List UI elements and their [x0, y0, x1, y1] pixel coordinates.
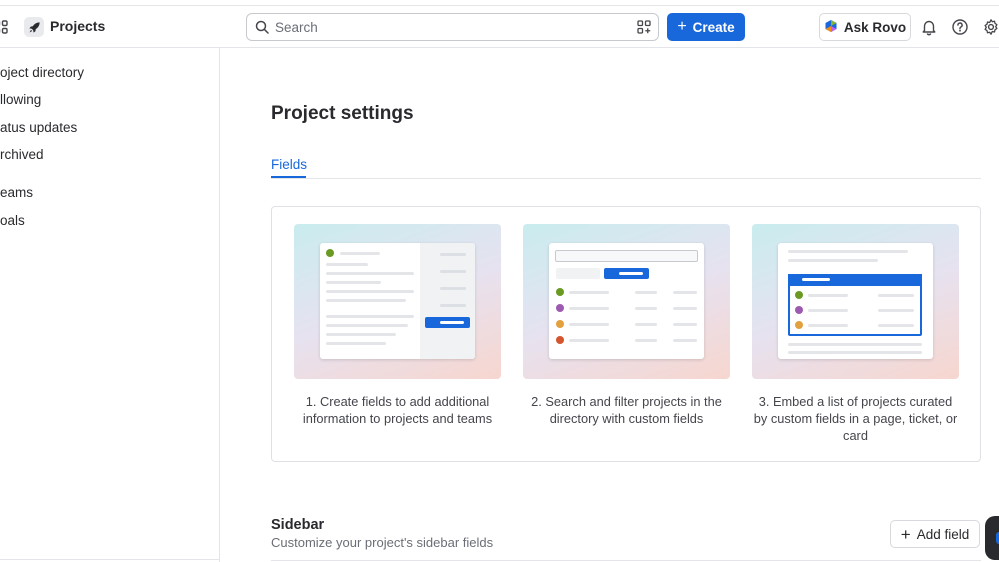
- active-tab-indicator: [271, 176, 306, 178]
- search-icon: [255, 20, 269, 34]
- create-label: Create: [692, 19, 735, 35]
- sidebar-item-following[interactable]: llowing: [0, 92, 41, 107]
- search-filter-illustration: [523, 224, 730, 379]
- top-navigation: Projects + Create Ask Rovo: [0, 0, 999, 48]
- ask-rovo-button[interactable]: Ask Rovo: [819, 13, 911, 41]
- rocket-icon[interactable]: [24, 17, 44, 37]
- create-fields-illustration: [294, 224, 501, 379]
- onboarding-card-embed: 3. Embed a list of projects curated by c…: [752, 224, 959, 444]
- illustration-panel: [320, 243, 475, 359]
- card-caption: 3. Embed a list of projects curated by c…: [753, 394, 958, 443]
- chat-launcher-button[interactable]: [985, 516, 999, 560]
- card-caption: 1. Create fields to add additional infor…: [302, 394, 493, 426]
- sidebar: oject directory llowing atus updates rch…: [0, 48, 220, 562]
- create-button[interactable]: + Create: [667, 13, 745, 41]
- page-title: Project settings: [271, 103, 414, 124]
- app-switcher-icon[interactable]: [0, 20, 8, 34]
- sidebar-item-project-directory[interactable]: oject directory: [0, 65, 84, 80]
- tab-list: Fields: [271, 156, 981, 179]
- card-caption: 2. Search and filter projects in the dir…: [531, 394, 722, 426]
- filter-icon[interactable]: [637, 20, 651, 34]
- onboarding-card-create: 1. Create fields to add additional infor…: [294, 224, 501, 427]
- tab-fields[interactable]: Fields: [271, 157, 307, 177]
- help-icon[interactable]: [951, 18, 969, 36]
- rovo-icon: [824, 19, 838, 36]
- sidebar-divider: [0, 559, 219, 560]
- section-divider: [271, 560, 981, 561]
- illustration-panel: [549, 243, 704, 359]
- onboarding-card-search: 2. Search and filter projects in the dir…: [523, 224, 730, 427]
- sidebar-item-archived[interactable]: rchived: [0, 147, 44, 162]
- illustration-panel: [778, 243, 933, 359]
- top-divider: [0, 0, 999, 6]
- plus-icon: +: [900, 524, 911, 544]
- search-box[interactable]: [246, 13, 659, 41]
- add-field-label: Add field: [916, 526, 970, 542]
- sidebar-item-teams[interactable]: eams: [0, 185, 33, 200]
- product-title[interactable]: Projects: [50, 18, 105, 34]
- plant-icon: [326, 249, 334, 257]
- bell-icon[interactable]: [920, 18, 938, 36]
- sidebar-item-goals[interactable]: oals: [0, 213, 25, 228]
- section-title: Sidebar: [271, 517, 325, 533]
- onboarding-cards: 1. Create fields to add additional infor…: [271, 206, 981, 462]
- sidebar-item-status-updates[interactable]: atus updates: [0, 120, 77, 135]
- section-subtitle: Customize your project's sidebar fields: [271, 535, 494, 550]
- search-input[interactable]: [275, 16, 615, 38]
- embed-list-illustration: [752, 224, 959, 379]
- plus-icon: +: [677, 18, 687, 35]
- settings-icon[interactable]: [982, 18, 999, 36]
- add-field-button[interactable]: + Add field: [890, 520, 980, 548]
- rovo-label: Ask Rovo: [843, 19, 907, 35]
